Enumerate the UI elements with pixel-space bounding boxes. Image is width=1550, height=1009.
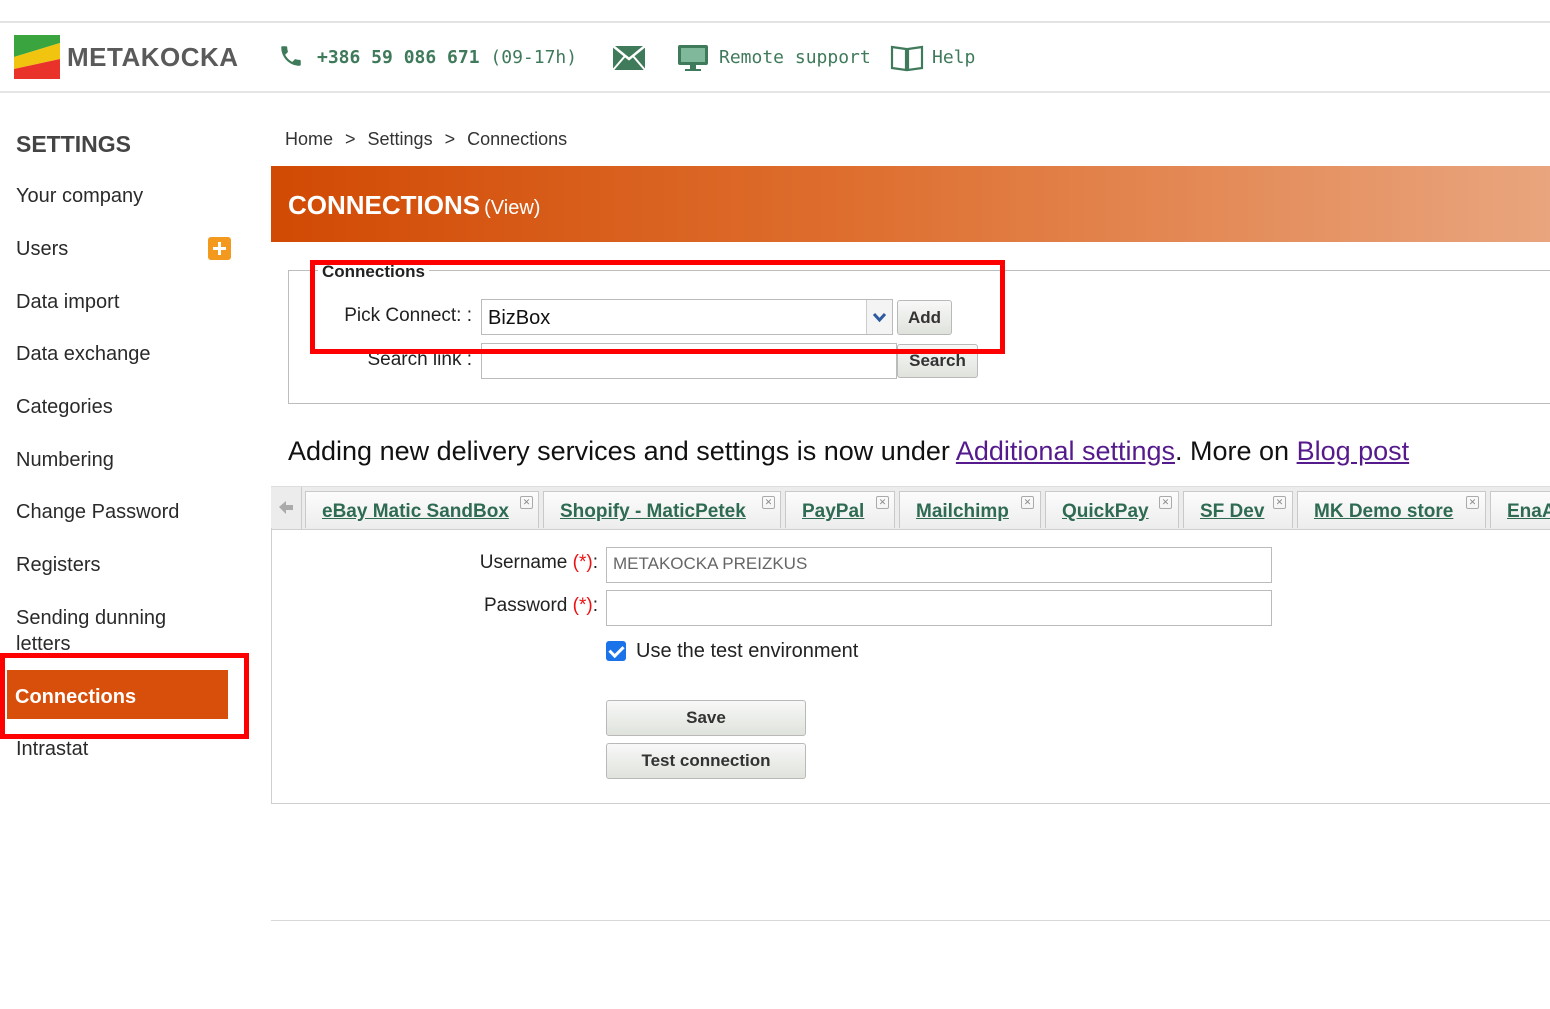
monitor-icon (678, 45, 708, 71)
close-icon[interactable]: ✕ (762, 496, 775, 509)
phone-number[interactable]: +386 59 086 671 (09-17h) (317, 47, 577, 68)
footer-divider (271, 920, 1550, 921)
close-icon[interactable]: ✕ (876, 496, 889, 509)
annotation-highlight-pick-connect (310, 260, 1005, 354)
annotation-highlight-sidebar (0, 653, 249, 739)
close-icon[interactable]: ✕ (1021, 496, 1034, 509)
page-subtitle: (View) (484, 197, 541, 219)
logo-icon[interactable] (14, 35, 60, 79)
test-connection-button[interactable]: Test connection (606, 743, 806, 779)
mail-icon[interactable] (612, 45, 646, 71)
page-title: CONNECTIONS (View) (288, 190, 541, 220)
breadcrumb-current: Connections (467, 129, 568, 149)
additional-settings-link[interactable]: Additional settings (956, 436, 1175, 466)
sidebar-title: SETTINGS (16, 131, 132, 157)
header: METAKOCKA +386 59 086 671 (09-17h) Remot… (0, 23, 1550, 93)
phone-hours: (09-17h) (490, 47, 578, 68)
tabs-scroll-left[interactable] (271, 487, 302, 529)
sidebar-item-data-import[interactable]: Data import (16, 289, 119, 315)
breadcrumb-separator: > (444, 129, 456, 149)
breadcrumb-separator: > (345, 129, 356, 149)
username-value: METAKOCKA PREIZKUS (613, 554, 808, 573)
password-input[interactable] (606, 590, 1272, 626)
brand-name[interactable]: METAKOCKA (67, 42, 239, 73)
tab-paypal[interactable]: PayPal ✕ (785, 491, 895, 528)
blog-post-link[interactable]: Blog post (1297, 436, 1410, 466)
sidebar-item-your-company[interactable]: Your company (16, 183, 143, 209)
phone-icon (281, 46, 301, 66)
sidebar-item-change-password[interactable]: Change Password (16, 499, 179, 525)
book-icon (890, 45, 924, 72)
sidebar-item-users[interactable]: Users (16, 236, 68, 262)
tab-mk-demo-store[interactable]: MK Demo store ✕ (1297, 491, 1486, 528)
tab-ebay-matic-sandbox[interactable]: eBay Matic SandBox ✕ (305, 491, 539, 528)
tab-enaa[interactable]: EnaA (1490, 491, 1550, 528)
delivery-services-notice: Adding new delivery services and setting… (288, 436, 1410, 466)
password-label: Password (*): (483, 595, 598, 616)
remote-support-link[interactable]: Remote support (719, 47, 871, 68)
sidebar-item-data-exchange[interactable]: Data exchange (16, 341, 151, 367)
tab-mailchimp[interactable]: Mailchimp ✕ (899, 491, 1041, 528)
save-button[interactable]: Save (606, 700, 806, 736)
close-icon[interactable]: ✕ (1273, 496, 1286, 509)
close-icon[interactable]: ✕ (1466, 496, 1479, 509)
page-banner: CONNECTIONS (View) (271, 166, 1550, 242)
test-environment-label[interactable]: Use the test environment (636, 640, 858, 663)
tab-quickpay[interactable]: QuickPay ✕ (1045, 491, 1179, 528)
add-user-icon[interactable] (208, 237, 231, 260)
help-link[interactable]: Help (932, 47, 975, 68)
sidebar-item-registers[interactable]: Registers (16, 552, 100, 578)
breadcrumb-settings[interactable]: Settings (368, 129, 433, 149)
sidebar-item-intrastat[interactable]: Intrastat (16, 736, 88, 762)
tab-sf-dev[interactable]: SF Dev ✕ (1183, 491, 1293, 528)
sidebar-item-categories[interactable]: Categories (16, 394, 113, 420)
required-mark: (*) (572, 595, 593, 616)
required-mark: (*) (572, 552, 593, 573)
test-environment-checkbox[interactable] (606, 641, 626, 661)
username-input[interactable]: METAKOCKA PREIZKUS (606, 547, 1272, 583)
connections-tabs: eBay Matic SandBox ✕ Shopify - MaticPetek… (271, 486, 1550, 530)
tab-shopify-maticpetek[interactable]: Shopify - MaticPetek ✕ (543, 491, 781, 528)
sidebar-item-numbering[interactable]: Numbering (16, 447, 114, 473)
sidebar-item-dunning-letters[interactable]: Sending dunning letters (16, 605, 216, 657)
breadcrumb-home[interactable]: Home (285, 129, 333, 149)
username-label: Username (*): (479, 552, 598, 573)
close-icon[interactable]: ✕ (1159, 496, 1172, 509)
close-icon[interactable]: ✕ (520, 496, 533, 509)
breadcrumb: Home > Settings > Connections (285, 129, 575, 150)
arrow-left-icon (279, 501, 293, 514)
